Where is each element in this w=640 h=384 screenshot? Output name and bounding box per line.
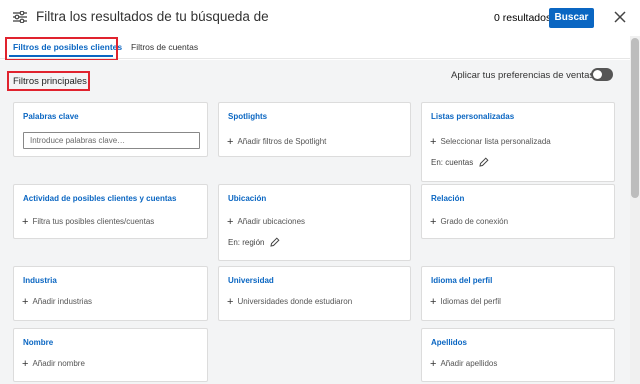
card-profile-language: Idioma del perfil + Idiomas del perfil (421, 266, 615, 321)
keywords-input[interactable] (23, 132, 200, 149)
dialog-header: Filtra los resultados de tu búsqueda de … (0, 0, 640, 36)
action-label: Añadir nombre (32, 359, 85, 368)
pencil-icon[interactable] (270, 237, 280, 247)
results-count: 0 resultados (494, 12, 551, 24)
action-label: Universidades donde estudiaron (237, 297, 353, 306)
action-label: Grado de conexión (440, 217, 509, 226)
plus-icon: + (227, 136, 234, 148)
card-title: Actividad de posibles clientes y cuentas (23, 194, 177, 203)
preferences-toggle[interactable] (591, 68, 613, 81)
add-locations[interactable]: + Añadir ubicaciones (227, 216, 305, 228)
filter-activity[interactable]: + Filtra tus posibles clientes/cuentas (22, 216, 154, 228)
custom-lists-scope: En: cuentas (431, 157, 489, 167)
select-connection-degree[interactable]: + Grado de conexión (430, 216, 508, 228)
card-title: Apellidos (431, 338, 468, 347)
action-label: Idiomas del perfil (440, 297, 501, 306)
close-icon[interactable] (614, 11, 626, 23)
action-label: Añadir filtros de Spotlight (237, 137, 327, 146)
tab-highlight-box (5, 37, 118, 61)
section-highlight-box (7, 71, 90, 91)
select-custom-list[interactable]: + Seleccionar lista personalizada (430, 136, 551, 148)
add-profile-languages[interactable]: + Idiomas del perfil (430, 296, 501, 308)
card-title: Relación (431, 194, 465, 203)
card-spotlights: Spotlights + Añadir filtros de Spotlight (218, 102, 411, 157)
plus-icon: + (227, 216, 234, 228)
action-label: Añadir industrias (32, 297, 93, 306)
card-relationship: Relación + Grado de conexión (421, 184, 615, 239)
results-label: resultados (502, 12, 552, 24)
search-button[interactable]: Buscar (549, 8, 594, 28)
card-location: Ubicación + Añadir ubicaciones En: región (218, 184, 411, 261)
card-title: Industria (23, 276, 57, 285)
card-title: Listas personalizadas (431, 112, 515, 121)
add-spotlight-filter[interactable]: + Añadir filtros de Spotlight (227, 136, 326, 148)
plus-icon: + (22, 216, 29, 228)
add-last-name[interactable]: + Añadir apellidos (430, 358, 497, 370)
filter-sliders-icon (13, 11, 27, 23)
card-title: Universidad (228, 276, 274, 285)
plus-icon: + (430, 136, 437, 148)
card-title: Palabras clave (23, 112, 79, 121)
card-first-name: Nombre + Añadir nombre (13, 328, 208, 382)
plus-icon: + (430, 358, 437, 370)
add-first-name[interactable]: + Añadir nombre (22, 358, 85, 370)
plus-icon: + (430, 216, 437, 228)
card-industry: Industria + Añadir industrias (13, 266, 208, 321)
location-scope: En: región (228, 237, 280, 247)
tab-account-filters[interactable]: Filtros de cuentas (131, 42, 198, 52)
add-industries[interactable]: + Añadir industrias (22, 296, 92, 308)
preferences-label: Aplicar tus preferencias de ventas (451, 70, 595, 81)
scrollbar[interactable] (630, 36, 640, 384)
toggle-knob (593, 70, 602, 79)
card-keywords: Palabras clave (13, 102, 208, 157)
scope-label: En: región (228, 238, 265, 247)
action-label: Añadir ubicaciones (237, 217, 306, 226)
card-university: Universidad + Universidades donde estudia… (218, 266, 411, 321)
plus-icon: + (22, 358, 29, 370)
card-custom-lists: Listas personalizadas + Seleccionar lista… (421, 102, 615, 182)
add-universities[interactable]: + Universidades donde estudiaron (227, 296, 352, 308)
card-title: Idioma del perfil (431, 276, 493, 285)
plus-icon: + (22, 296, 29, 308)
plus-icon: + (227, 296, 234, 308)
action-label: Filtra tus posibles clientes/cuentas (32, 217, 155, 226)
action-label: Añadir apellidos (440, 359, 498, 368)
pencil-icon[interactable] (479, 157, 489, 167)
card-title: Spotlights (228, 112, 268, 121)
scope-label: En: cuentas (431, 158, 474, 167)
card-title: Ubicación (228, 194, 267, 203)
action-label: Seleccionar lista personalizada (440, 137, 551, 146)
scrollbar-thumb[interactable] (631, 38, 639, 198)
card-last-name: Apellidos + Añadir apellidos (421, 328, 615, 382)
dialog-title: Filtra los resultados de tu búsqueda de (36, 9, 269, 24)
card-title: Nombre (23, 338, 54, 347)
plus-icon: + (430, 296, 437, 308)
results-number: 0 (494, 12, 500, 24)
card-activity: Actividad de posibles clientes y cuentas… (13, 184, 208, 239)
